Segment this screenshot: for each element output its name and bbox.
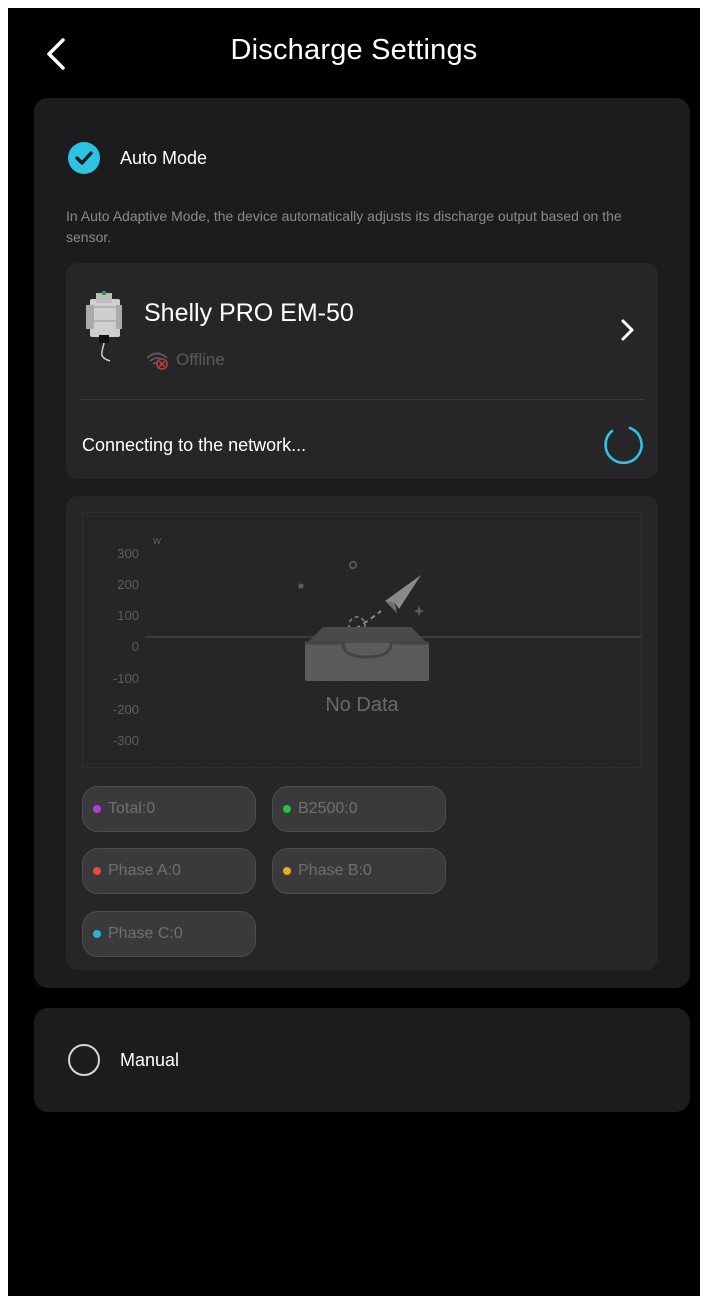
loading-spinner-icon (604, 426, 643, 465)
device-status-label: Offline (176, 350, 225, 369)
radio-button[interactable] (68, 1044, 100, 1076)
legend-label: Total:0 (108, 800, 156, 817)
legend-dot (93, 930, 101, 938)
legend-pill[interactable]: Total:0 (82, 786, 256, 832)
y-tick-label: 0 (131, 639, 139, 654)
legend-dot (93, 805, 101, 813)
legend-dot (93, 867, 101, 875)
y-tick-label: 100 (117, 608, 139, 623)
legend-pill[interactable]: Phase C:0 (82, 911, 256, 957)
auto-mode-label: Auto Mode (120, 147, 208, 168)
auto-mode-card: Auto Mode In Auto Adaptive Mode, the dev… (34, 98, 690, 988)
legend-pill[interactable]: B2500:0 (272, 786, 446, 832)
manual-mode-option[interactable]: Manual (68, 1044, 179, 1076)
y-tick-label: 200 (117, 577, 139, 592)
legend-dot (283, 867, 291, 875)
legend-pill[interactable]: Phase B:0 (272, 848, 446, 894)
legend-label: Phase A:0 (108, 862, 181, 879)
chart-unit-label: w (153, 535, 161, 547)
auto-mode-description: In Auto Adaptive Mode, the device automa… (66, 208, 622, 245)
legend-dot (283, 805, 291, 813)
device-status: Offline (144, 350, 225, 370)
connection-status: Connecting to the network... (82, 435, 307, 455)
device-card: Shelly PRO EM-50 Offline Connecting to t… (66, 263, 658, 479)
manual-mode-label: Manual (120, 1049, 180, 1070)
y-tick-label: 300 (117, 546, 139, 561)
chart-area: w 300 200 100 0 -100 -200 -300 No Data (82, 512, 642, 768)
empty-inbox-icon (298, 561, 429, 681)
legend-label: B2500:0 (298, 800, 358, 817)
checkmark-icon[interactable] (68, 142, 100, 174)
y-tick-label: -300 (112, 733, 139, 748)
legend-label: Phase C:0 (108, 925, 183, 942)
auto-mode-option[interactable]: Auto Mode (68, 142, 207, 174)
header: Discharge Settings (8, 8, 700, 98)
no-data-text: No Data (325, 694, 399, 716)
chevron-right-icon[interactable] (616, 315, 640, 345)
wifi-off-icon (146, 352, 168, 370)
screen: Discharge Settings Auto Mode In Auto Ada… (8, 8, 700, 1296)
device-name: Shelly PRO EM-50 (144, 299, 354, 327)
page-title: Discharge Settings (230, 34, 478, 66)
legend-pill[interactable]: Phase A:0 (82, 848, 256, 894)
divider (80, 399, 644, 400)
device-meter-image (86, 291, 122, 362)
power-chart-card: w 300 200 100 0 -100 -200 -300 No Data Total:0… (66, 496, 658, 970)
manual-mode-card: Manual (34, 1008, 690, 1112)
y-tick-label: -100 (112, 671, 139, 686)
legend-label: Phase B:0 (298, 862, 372, 879)
